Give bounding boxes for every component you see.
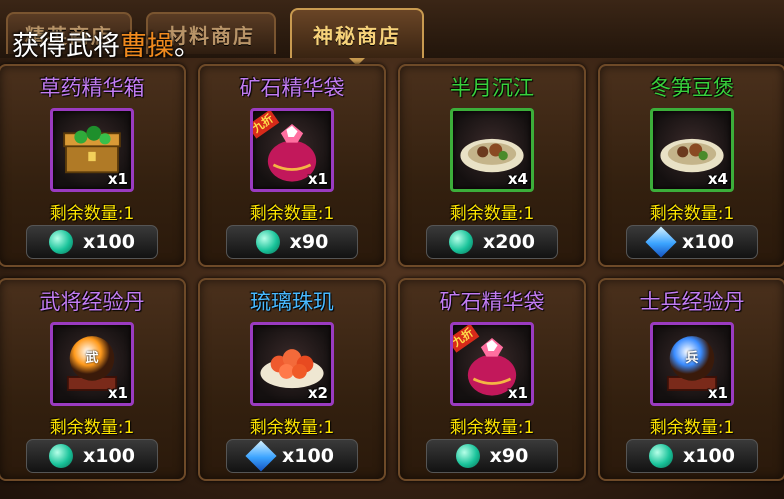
shop-item-card[interactable]: 士兵经验丹兵 x1 剩余数量:1 x100 — [598, 278, 784, 481]
buy-button[interactable]: x100 — [626, 225, 758, 259]
item-name: 武将经验丹 — [39, 290, 145, 314]
item-quantity: x1 — [107, 170, 128, 188]
item-quantity: x4 — [707, 170, 728, 188]
price-label: x100 — [683, 445, 735, 467]
price-label: x100 — [682, 231, 734, 253]
item-quantity: x4 — [507, 170, 528, 188]
remaining-count: 剩余数量:1 — [449, 418, 535, 438]
buy-button[interactable]: x100 — [226, 439, 358, 473]
item-quantity: x1 — [507, 384, 528, 402]
shop-item-card[interactable]: 琉璃珠玑 x2 剩余数量:1 x100 — [198, 278, 386, 481]
shop-item-card[interactable]: 草药精华箱 x1 剩余数量:1 x100 — [0, 64, 186, 267]
price-label: x200 — [483, 231, 535, 253]
buy-button[interactable]: x100 — [26, 439, 158, 473]
jade-icon — [255, 230, 280, 254]
item-name: 琉璃珠玑 — [250, 290, 334, 314]
remaining-count: 剩余数量:1 — [49, 204, 135, 224]
remaining-count: 剩余数量:1 — [449, 204, 535, 224]
shop-item-card[interactable]: 武将经验丹武 x1 剩余数量:1 x100 — [0, 278, 186, 481]
toast-text-end: 。 — [174, 31, 201, 62]
chest-icon[interactable]: x1 — [50, 108, 134, 192]
remaining-count: 剩余数量:1 — [649, 204, 735, 224]
jade-icon — [455, 444, 480, 468]
item-quantity: x1 — [707, 384, 728, 402]
buy-button[interactable]: x90 — [226, 225, 358, 259]
remaining-count: 剩余数量:1 — [49, 418, 135, 438]
toast-general-name: 曹操 — [120, 31, 174, 62]
item-quantity: x2 — [307, 384, 328, 402]
tab-label: 神秘商店 — [313, 23, 401, 48]
item-name: 士兵经验丹 — [639, 290, 745, 314]
buy-button[interactable]: x90 — [426, 439, 558, 473]
item-name: 草药精华箱 — [39, 76, 145, 100]
jade-icon — [49, 230, 74, 254]
orb-character: 武 — [85, 351, 99, 366]
item-quantity: x1 — [307, 170, 328, 188]
remaining-count: 剩余数量:1 — [649, 418, 735, 438]
item-name: 矿石精华袋 — [439, 290, 545, 314]
jade-icon — [49, 444, 74, 468]
buy-button[interactable]: x100 — [26, 225, 158, 259]
dish-icon[interactable]: x4 — [450, 108, 534, 192]
jade-icon — [649, 444, 674, 468]
buy-button[interactable]: x200 — [426, 225, 558, 259]
orb-icon[interactable]: 武 x1 — [50, 322, 134, 406]
item-name: 半月沉江 — [450, 76, 534, 100]
orb-character: 兵 — [685, 351, 699, 366]
buy-button[interactable]: x100 — [626, 439, 758, 473]
item-grid: 草药精华箱 x1 剩余数量:1 x100 矿石精华袋 九折 x1 剩余数量:1 x90 半月沉江 x… — [0, 64, 784, 494]
item-quantity: x1 — [107, 384, 128, 402]
price-label: x100 — [83, 231, 135, 253]
price-label: x100 — [282, 445, 334, 467]
toast-text: 获得武将 — [12, 31, 120, 62]
gem-icon — [245, 440, 277, 472]
tab-mystery-shop[interactable]: 神秘商店 — [290, 8, 424, 66]
jade-icon — [449, 230, 474, 254]
price-label: x90 — [289, 231, 329, 253]
item-name: 矿石精华袋 — [239, 76, 345, 100]
shop-item-card[interactable]: 冬笋豆煲 x4 剩余数量:1 x100 — [598, 64, 784, 267]
flower-dish-icon[interactable]: x2 — [250, 322, 334, 406]
remaining-count: 剩余数量:1 — [249, 418, 335, 438]
price-label: x90 — [489, 445, 529, 467]
dish-icon[interactable]: x4 — [650, 108, 734, 192]
orb-icon[interactable]: 兵 x1 — [650, 322, 734, 406]
shop-item-card[interactable]: 半月沉江 x4 剩余数量:1 x200 — [398, 64, 586, 267]
bag-icon[interactable]: 九折 x1 — [450, 322, 534, 406]
remaining-count: 剩余数量:1 — [249, 204, 335, 224]
bag-icon[interactable]: 九折 x1 — [250, 108, 334, 192]
reward-toast: 获得武将曹操。 — [12, 24, 201, 63]
shop-item-card[interactable]: 矿石精华袋九折 x1 剩余数量:1 x90 — [398, 278, 586, 481]
shop-item-card[interactable]: 矿石精华袋九折 x1 剩余数量:1 x90 — [198, 64, 386, 267]
price-label: x100 — [83, 445, 135, 467]
item-name: 冬笋豆煲 — [650, 76, 734, 100]
gem-icon — [645, 226, 677, 258]
